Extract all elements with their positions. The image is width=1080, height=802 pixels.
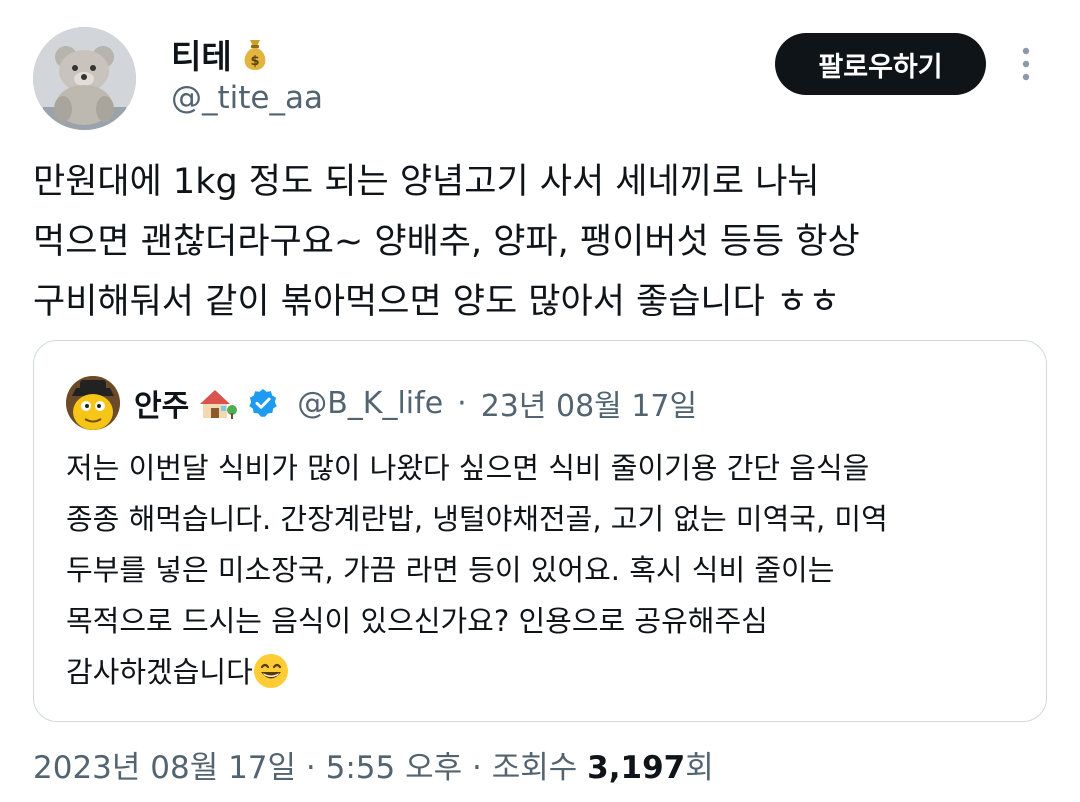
views-count: 3,197: [587, 750, 686, 786]
separator-dot: ·: [457, 385, 467, 421]
separator-dot: ·: [472, 750, 482, 786]
tweet-text-line: 구비해둬서 같이 볶아먹으면 양도 많아서 좋습니다 ㅎㅎ: [33, 282, 841, 322]
quoted-tweet-card[interactable]: 안주 @B_K_life · 23년 08월 17일 저는 이번달 식비가 많이…: [33, 340, 1047, 722]
author-handle[interactable]: @_tite_aa: [171, 80, 323, 116]
tweet-date[interactable]: 2023년 08월 17일: [33, 750, 296, 786]
views-suffix: 회: [685, 750, 714, 786]
more-options-icon[interactable]: [1014, 44, 1038, 84]
author-avatar[interactable]: [33, 27, 136, 130]
follow-button[interactable]: 팔로우하기: [775, 33, 986, 95]
views-label: 조회수: [491, 750, 578, 786]
quoted-text-line: 감사하겠습니다: [66, 655, 253, 689]
house-with-garden-icon: [200, 390, 238, 419]
verified-badge-icon: [249, 389, 277, 417]
tweet-time[interactable]: 5:55 오후: [326, 750, 463, 786]
quoted-text-line: 종종 해먹습니다. 간장계란밥, 냉털야채전골, 고기 없는 미역국, 미역: [66, 502, 888, 536]
teddy-bear-avatar-image: [33, 27, 136, 130]
quoted-text-line: 저는 이번달 식비가 많이 나왔다 싶으면 식비 줄이기용 간단 음식을: [66, 451, 870, 485]
tweet-text-line: 만원대에 1kg 정도 되는 양념고기 사서 세네끼로 나눠: [33, 162, 820, 202]
quoted-tweet-text: 저는 이번달 식비가 많이 나왔다 싶으면 식비 줄이기용 간단 음식을 종종 …: [66, 443, 1026, 698]
quoted-tweet-header: 안주 @B_K_life · 23년 08월 17일: [66, 376, 697, 430]
quoted-author-avatar[interactable]: [66, 376, 120, 430]
tweet-text: 만원대에 1kg 정도 되는 양념고기 사서 세네끼로 나눠 먹으면 괜찮더라구…: [33, 152, 1043, 332]
quoted-text-line: 목적으로 드시는 음식이 있으신가요? 인용으로 공유해주심: [66, 604, 768, 638]
author-display-name[interactable]: 티테: [171, 30, 232, 78]
tweet-meta: 2023년 08월 17일 · 5:55 오후 · 조회수 3,197회: [33, 742, 714, 787]
quoted-author-name[interactable]: 안주: [134, 381, 189, 425]
separator-dot: ·: [305, 750, 316, 786]
author-name-row[interactable]: 티테 $: [171, 30, 270, 78]
money-bag-icon: $: [244, 40, 266, 70]
quoted-tweet-date[interactable]: 23년 08월 17일: [481, 381, 697, 425]
quoted-text-line-last: 감사하겠습니다: [66, 647, 1026, 698]
cartoon-avatar-image: [66, 376, 120, 430]
grinning-face-icon: [253, 654, 288, 688]
quoted-author-handle[interactable]: @B_K_life: [297, 386, 443, 421]
quoted-text-line: 두부를 넣은 미소장국, 가끔 라면 등이 있어요. 혹시 식비 줄이는: [66, 553, 835, 587]
tweet-text-line: 먹으면 괜찮더라구요~ 양배추, 양파, 팽이버섯 등등 항상: [33, 222, 860, 262]
svg-text:$: $: [250, 54, 259, 69]
